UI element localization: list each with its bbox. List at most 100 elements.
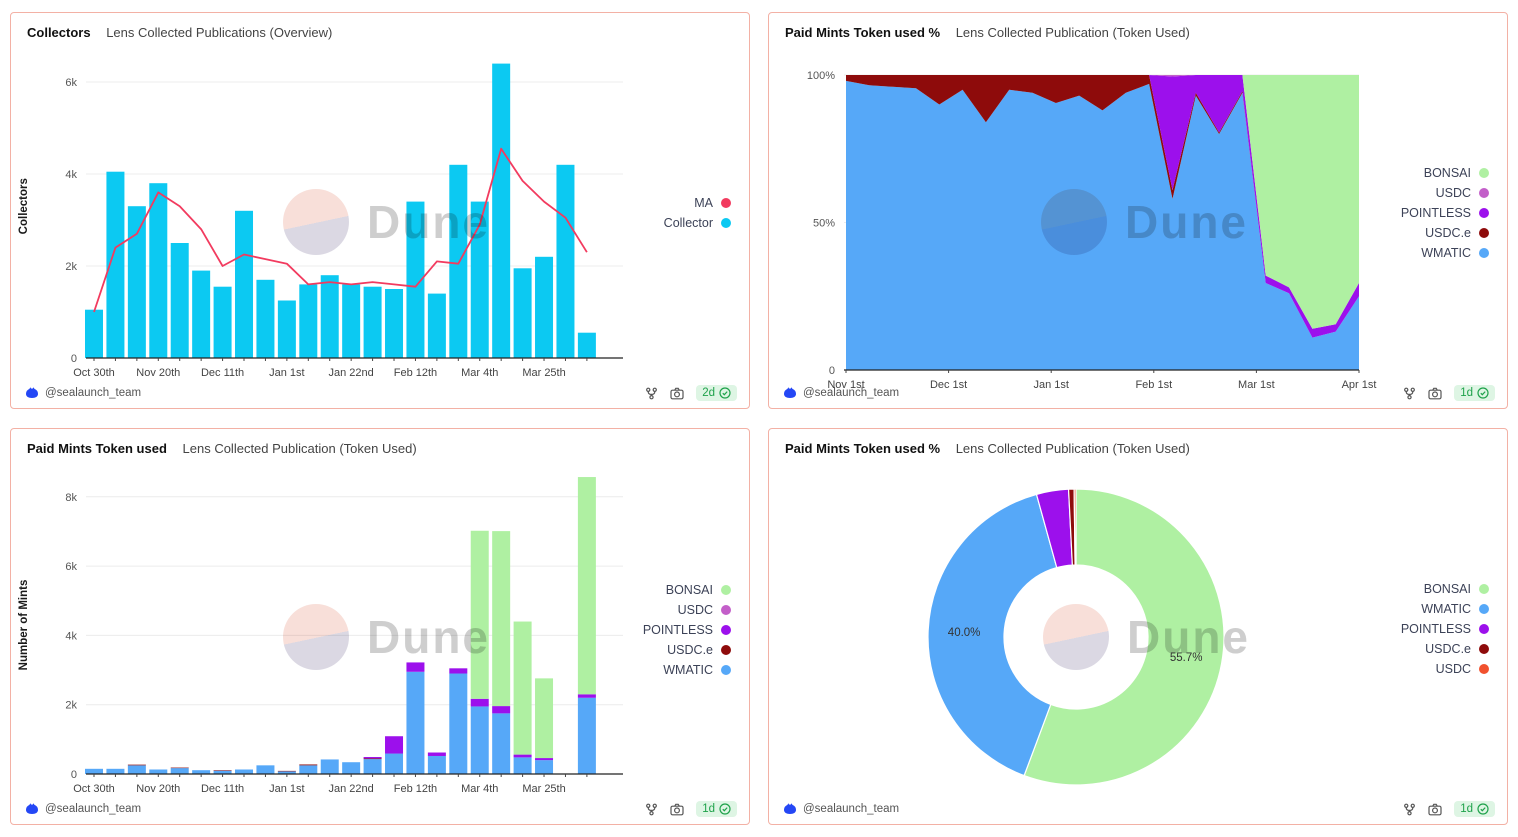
legend-dot: [1479, 604, 1489, 614]
legend-label: WMATIC: [663, 663, 713, 677]
refresh-age-badge[interactable]: 1d: [696, 801, 737, 817]
panel-title: Paid Mints Token used: [27, 441, 167, 456]
legend-item-usdc-e[interactable]: USDC.e: [1425, 639, 1489, 659]
author-link[interactable]: @sealaunch_team: [25, 386, 141, 400]
dashboard: Collectors Lens Collected Publications (…: [0, 0, 1518, 837]
panel-subtitle: Lens Collected Publication (Token Used): [956, 25, 1190, 40]
camera-icon[interactable]: [1428, 803, 1442, 816]
fork-icon[interactable]: [1403, 803, 1416, 816]
legend-item-usdc[interactable]: USDC: [1436, 659, 1489, 679]
svg-text:Number of Mints: Number of Mints: [18, 580, 30, 671]
panel-title: Paid Mints Token used %: [785, 441, 940, 456]
camera-icon[interactable]: [1428, 387, 1442, 400]
legend-item-wmatic[interactable]: WMATIC: [1421, 243, 1489, 263]
legend-dot: [721, 605, 731, 615]
panel-subtitle: Lens Collected Publication (Token Used): [956, 441, 1190, 456]
legend-item-ma[interactable]: MA: [694, 193, 731, 213]
sealaunch-logo: [25, 802, 39, 816]
refresh-age: 1d: [1460, 803, 1473, 815]
legend-label: USDC.e: [1425, 642, 1471, 656]
camera-icon[interactable]: [670, 803, 684, 816]
author-link[interactable]: @sealaunch_team: [25, 802, 141, 816]
svg-text:100%: 100%: [807, 70, 835, 82]
refresh-age-badge[interactable]: 1d: [1454, 801, 1495, 817]
panel-footer: @sealaunch_team 1d: [783, 801, 1495, 817]
legend-label: USDC: [1436, 186, 1471, 200]
sealaunch-logo: [25, 386, 39, 400]
legend-dot: [721, 218, 731, 228]
svg-text:Feb 12th: Feb 12th: [394, 783, 437, 795]
token-used-pct-donut-chart[interactable]: 55.7%40.0%: [769, 469, 1508, 809]
panel-header: Paid Mints Token used % Lens Collected P…: [785, 25, 1190, 40]
panel-footer: @sealaunch_team 2d: [25, 385, 737, 401]
legend-label: WMATIC: [1421, 246, 1471, 260]
panel-header: Paid Mints Token used % Lens Collected P…: [785, 441, 1190, 456]
legend-item-usdc-e[interactable]: USDC.e: [1425, 223, 1489, 243]
panel-title: Paid Mints Token used %: [785, 25, 940, 40]
refresh-age-badge[interactable]: 2d: [696, 385, 737, 401]
svg-text:0: 0: [71, 353, 77, 365]
author-handle: @sealaunch_team: [45, 803, 141, 815]
svg-text:Mar 4th: Mar 4th: [461, 783, 498, 795]
chart-panel-collectors: Collectors Lens Collected Publications (…: [10, 12, 750, 409]
legend-label: POINTLESS: [643, 623, 713, 637]
sealaunch-logo: [783, 802, 797, 816]
token-used-pct-area-chart[interactable]: 050%100%Nov 1stDec 1stJan 1stFeb 1stMar …: [769, 53, 1508, 393]
legend-item-collector[interactable]: Collector: [664, 213, 731, 233]
footer-actions: 1d: [1403, 801, 1495, 817]
legend-dot: [721, 645, 731, 655]
legend-item-pointless[interactable]: POINTLESS: [1401, 203, 1489, 223]
svg-text:55.7%: 55.7%: [1170, 652, 1203, 664]
svg-text:Collectors: Collectors: [18, 178, 30, 234]
legend-item-usdc[interactable]: USDC: [1436, 183, 1489, 203]
legend-item-usdc-e[interactable]: USDC.e: [667, 640, 731, 660]
panel-header: Collectors Lens Collected Publications (…: [27, 25, 332, 40]
legend-label: WMATIC: [1421, 602, 1471, 616]
legend-dot: [1479, 644, 1489, 654]
legend-label: MA: [694, 196, 713, 210]
svg-text:Jan 1st: Jan 1st: [269, 367, 304, 379]
legend-dot: [1479, 248, 1489, 258]
legend-item-pointless[interactable]: POINTLESS: [643, 620, 731, 640]
footer-actions: 1d: [1403, 385, 1495, 401]
refresh-age: 1d: [702, 803, 715, 815]
token-used-stacked-bar-chart[interactable]: 02k4k6k8kOct 30thNov 20thDec 11thJan 1st…: [11, 469, 750, 809]
chart-legend: BONSAI USDC POINTLESS USDC.e WMATIC: [643, 580, 731, 680]
legend-item-bonsai[interactable]: BONSAI: [1424, 579, 1489, 599]
svg-text:Oct 30th: Oct 30th: [73, 783, 115, 795]
svg-text:Feb 12th: Feb 12th: [394, 367, 437, 379]
footer-actions: 1d: [645, 801, 737, 817]
chart-legend: BONSAI USDC POINTLESSUSDC.e WMATIC: [1401, 163, 1489, 263]
svg-text:4k: 4k: [65, 630, 77, 642]
legend-item-bonsai[interactable]: BONSAI: [1424, 163, 1489, 183]
svg-text:Oct 30th: Oct 30th: [73, 367, 115, 379]
legend-label: BONSAI: [666, 583, 713, 597]
legend-item-wmatic[interactable]: WMATIC: [1421, 599, 1489, 619]
author-link[interactable]: @sealaunch_team: [783, 386, 899, 400]
svg-text:Dec 11th: Dec 11th: [201, 783, 244, 795]
legend-item-wmatic[interactable]: WMATIC: [663, 660, 731, 680]
refresh-age: 1d: [1460, 387, 1473, 399]
check-circle-icon: [719, 387, 731, 399]
check-circle-icon: [1477, 803, 1489, 815]
author-link[interactable]: @sealaunch_team: [783, 802, 899, 816]
legend-dot: [1479, 664, 1489, 674]
camera-icon[interactable]: [670, 387, 684, 400]
panel-footer: @sealaunch_team 1d: [25, 801, 737, 817]
refresh-age-badge[interactable]: 1d: [1454, 385, 1495, 401]
fork-icon[interactable]: [645, 803, 658, 816]
svg-text:Nov 20th: Nov 20th: [136, 367, 180, 379]
refresh-age: 2d: [702, 387, 715, 399]
svg-text:50%: 50%: [813, 218, 835, 230]
panel-subtitle: Lens Collected Publications (Overview): [106, 25, 332, 40]
fork-icon[interactable]: [645, 387, 658, 400]
svg-text:Jan 22nd: Jan 22nd: [329, 367, 374, 379]
svg-text:6k: 6k: [65, 77, 77, 89]
legend-item-pointless[interactable]: POINTLESS: [1401, 619, 1489, 639]
svg-text:6k: 6k: [65, 561, 77, 573]
legend-item-bonsai[interactable]: BONSAI: [666, 580, 731, 600]
legend-label: BONSAI: [1424, 166, 1471, 180]
legend-item-usdc[interactable]: USDC: [678, 600, 731, 620]
collectors-bar-line-chart[interactable]: 02k4k6kOct 30thNov 20thDec 11thJan 1stJa…: [11, 53, 750, 393]
fork-icon[interactable]: [1403, 387, 1416, 400]
